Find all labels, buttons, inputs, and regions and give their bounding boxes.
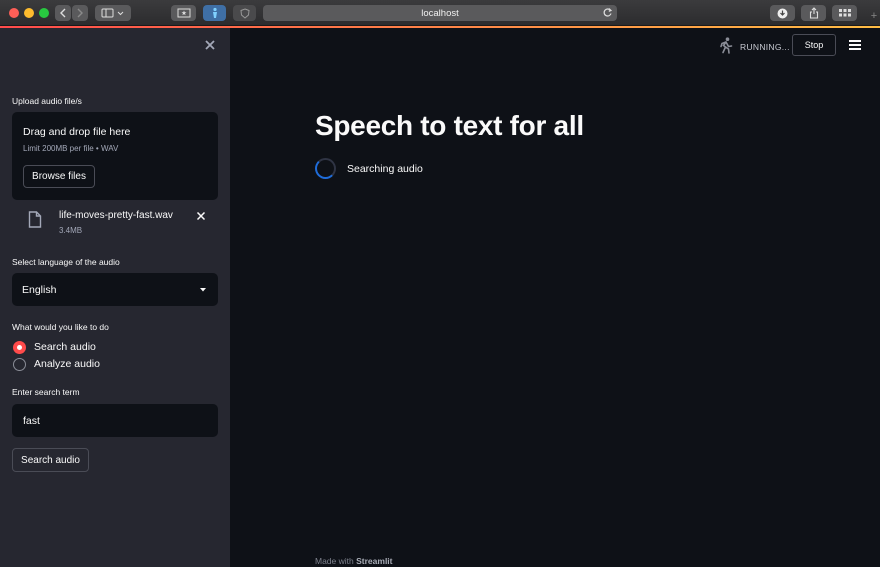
language-label: Select language of the audio	[12, 257, 120, 267]
tab-overview-button[interactable]	[832, 5, 857, 21]
extension-icon	[212, 7, 217, 18]
dropzone-title: Drag and drop file here	[23, 126, 131, 138]
hamburger-menu-icon[interactable]	[849, 40, 861, 50]
search-term-input[interactable]	[12, 404, 218, 437]
maximize-window-button[interactable]	[39, 8, 49, 18]
url-text: localhost	[421, 7, 459, 19]
privacy-button[interactable]	[233, 5, 256, 21]
close-icon[interactable]	[196, 211, 206, 221]
sidebar-icon	[101, 8, 124, 18]
extension-button[interactable]	[203, 5, 226, 21]
radio-label: Analyze audio	[34, 358, 100, 370]
share-icon	[809, 7, 818, 19]
file-icon	[28, 211, 42, 228]
loading-spinner	[315, 158, 336, 179]
action-label: What would you like to do	[12, 322, 109, 332]
upload-label: Upload audio file/s	[12, 96, 82, 106]
browse-files-button[interactable]: Browse files	[23, 165, 95, 188]
reload-icon[interactable]	[602, 7, 613, 18]
chevron-left-icon	[60, 8, 66, 18]
uploaded-file: life-moves-pretty-fast.wav 3.4MB	[12, 208, 218, 240]
sidebar-toggle-button[interactable]	[95, 5, 131, 21]
streamlit-link[interactable]: Streamlit	[356, 556, 392, 566]
caret-down-icon	[200, 288, 206, 292]
main-content: RUNNING... Stop Speech to text for all S…	[230, 28, 880, 567]
spinner-text: Searching audio	[347, 163, 423, 175]
search-audio-button[interactable]: Search audio	[12, 448, 89, 472]
chevron-right-icon	[77, 8, 83, 18]
language-select[interactable]: English	[12, 273, 218, 306]
close-window-button[interactable]	[9, 8, 19, 18]
new-tab-button[interactable]: +	[868, 10, 880, 26]
footer: Made with Streamlit	[315, 556, 393, 566]
dropzone-subtitle: Limit 200MB per file • WAV	[23, 144, 119, 153]
radio-label: Search audio	[34, 341, 96, 353]
back-button[interactable]	[55, 5, 71, 21]
file-name: life-moves-pretty-fast.wav	[59, 210, 173, 221]
share-button[interactable]	[801, 5, 826, 21]
radio-selected-icon	[13, 341, 26, 354]
language-value: English	[22, 284, 57, 296]
file-dropzone[interactable]: Drag and drop file here Limit 200MB per …	[12, 112, 218, 200]
stop-button[interactable]: Stop	[792, 34, 836, 56]
forward-button[interactable]	[72, 5, 88, 21]
star-icon	[177, 8, 190, 18]
running-man-icon	[720, 37, 733, 54]
page-title: Speech to text for all	[315, 110, 584, 141]
browser-toolbar: localhost +	[0, 0, 880, 26]
radio-unselected-icon	[13, 358, 26, 371]
grid-icon	[838, 9, 851, 17]
address-bar[interactable]: localhost	[263, 5, 617, 21]
shield-icon	[239, 7, 250, 19]
close-icon[interactable]	[203, 38, 217, 52]
running-status: RUNNING...	[740, 42, 790, 52]
radio-search-audio[interactable]: Search audio	[12, 340, 212, 354]
file-size: 3.4MB	[59, 226, 83, 235]
footer-prefix: Made with	[315, 556, 354, 566]
sidebar: Upload audio file/s Drag and drop file h…	[0, 28, 230, 567]
reader-button[interactable]	[171, 5, 196, 21]
minimize-window-button[interactable]	[24, 8, 34, 18]
radio-analyze-audio[interactable]: Analyze audio	[12, 357, 212, 371]
download-icon	[777, 8, 788, 18]
search-term-label: Enter search term	[12, 387, 80, 397]
downloads-button[interactable]	[770, 5, 795, 21]
